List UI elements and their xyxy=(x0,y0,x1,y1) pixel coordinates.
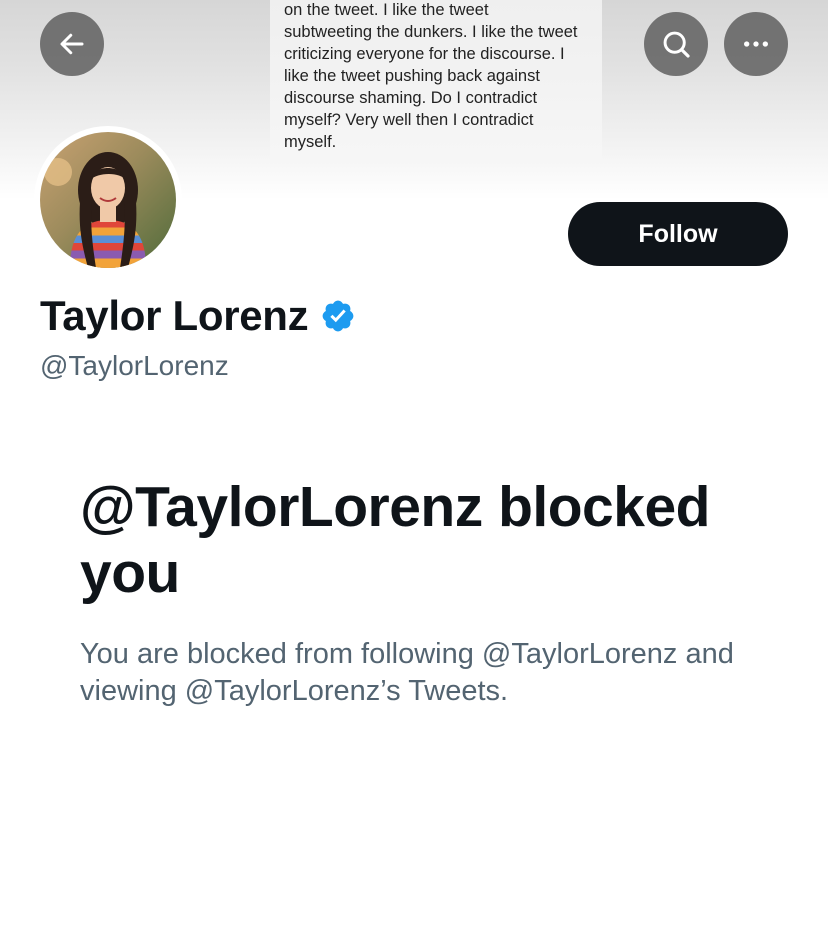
banner-text-line: subtweeting the dunkers. I like the twee… xyxy=(284,23,578,41)
banner-text-line: myself. xyxy=(284,133,337,151)
banner-text-line: criticizing everyone for the discourse. … xyxy=(284,45,565,63)
blocked-heading: @TaylorLorenz blocked you xyxy=(80,475,710,605)
verified-badge-icon xyxy=(323,300,354,332)
banner-text-line: discourse shaming. Do I contradict xyxy=(284,89,538,107)
avatar[interactable] xyxy=(34,126,182,274)
banner-text-line: on the tweet. I like the tweet xyxy=(284,1,489,19)
banner-text-line: like the tweet pushing back against xyxy=(284,67,540,85)
profile-handle: @TaylorLorenz xyxy=(40,350,229,381)
more-options-button[interactable] xyxy=(724,12,788,76)
search-icon xyxy=(663,31,690,58)
banner-screenshot-text: on the tweet. I like the tweet subtweeti… xyxy=(270,0,602,160)
search-button[interactable] xyxy=(644,12,708,76)
follow-button[interactable]: Follow xyxy=(568,202,788,266)
more-horizontal-icon xyxy=(744,41,768,47)
profile-photo xyxy=(40,132,176,268)
profile-name-row: Taylor Lorenz xyxy=(40,290,356,342)
display-name: Taylor Lorenz xyxy=(40,292,309,339)
banner-text-line: myself? Very well then I contradict xyxy=(284,111,534,129)
arrow-left-icon xyxy=(60,33,84,55)
back-button[interactable] xyxy=(40,12,104,76)
blocked-description: You are blocked from following @TaylorLo… xyxy=(80,638,734,707)
